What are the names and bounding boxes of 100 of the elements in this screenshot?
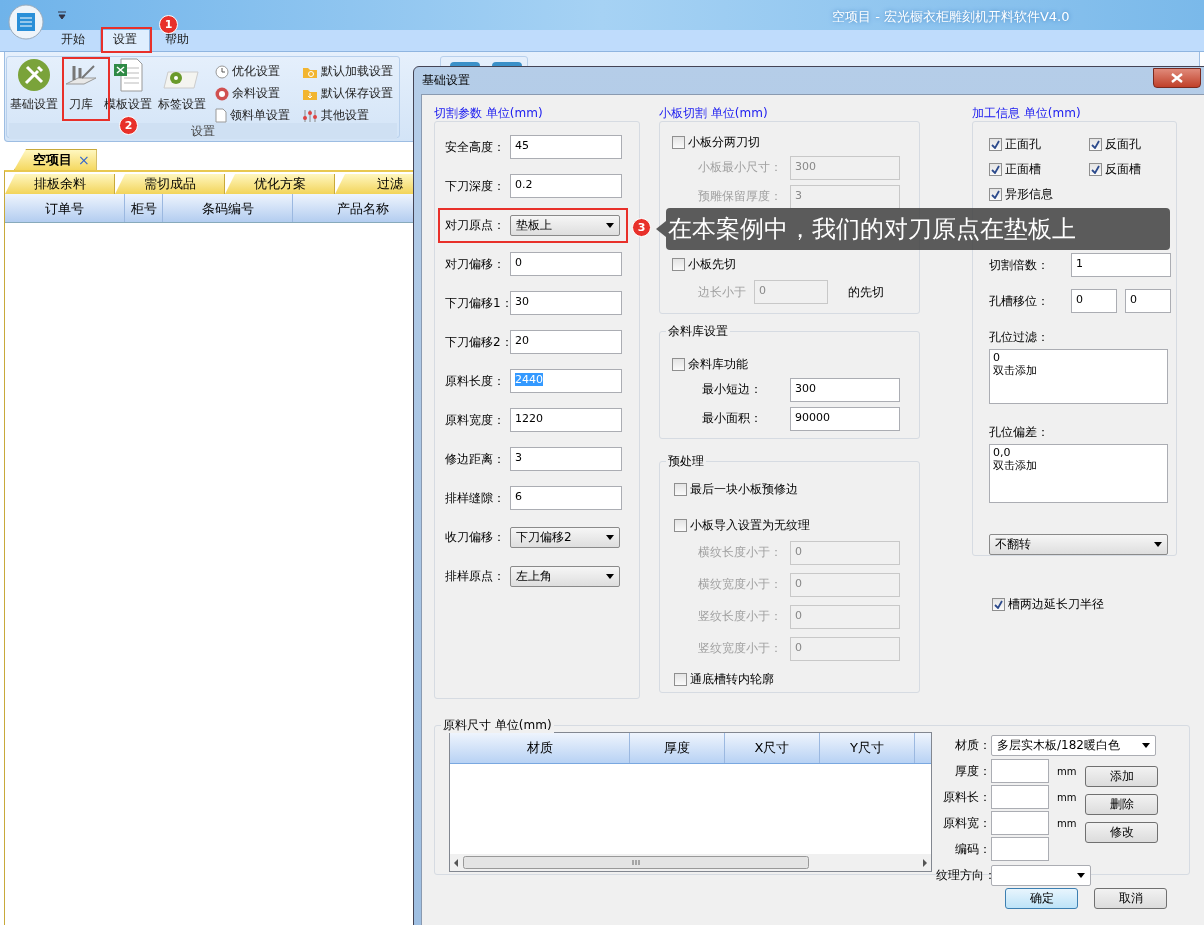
field-label: 材质： [954,736,991,754]
checkbox[interactable] [674,483,687,496]
input-field[interactable]: 3 [510,447,622,471]
input-field[interactable]: 0 [1125,289,1171,313]
action-button[interactable]: 修改 [1085,821,1158,843]
dropdown[interactable]: 下刀偏移2 [510,526,620,548]
input-field[interactable]: 0 [510,252,622,276]
input-field[interactable] [991,759,1049,783]
ribbon-button[interactable]: 余料设置 [215,85,290,102]
spreadsheet-icon [113,58,143,92]
checkbox-label: 通底槽转内轮廓 [690,671,774,688]
unit-label: mm [1056,765,1078,777]
section-title: 小板切割 单位(mm) [659,105,769,121]
section-title: 余料库设置 [666,323,730,339]
field-label: 修边距离： [445,450,506,468]
dialog-title: 基础设置 [421,72,470,89]
dropdown[interactable] [991,864,1091,886]
input-field[interactable]: 300 [790,377,900,402]
column-header: 订单号 [5,194,125,222]
caret-icon [1142,742,1150,748]
check-icon [1091,140,1100,149]
input-field[interactable]: 30 [510,291,622,315]
field-label: 排样缝隙： [445,489,506,507]
field-label: 预雕保留厚度： [698,188,783,205]
input-field[interactable]: 90000 [790,406,900,431]
sub-tab[interactable]: 优化方案 [225,174,335,194]
field-label: 原料长度： [445,372,506,390]
field-label: 孔槽移位： [989,292,1050,310]
field-label: 纹理方向： [936,866,991,884]
field-label: 编码： [954,840,991,858]
field-label: 的先切 [848,283,884,301]
input-field[interactable]: 6 [510,486,622,510]
field-label: 下刀偏移1： [445,294,510,312]
ribbon-button[interactable]: 基础设置 [9,59,59,115]
field-label: 下刀深度： [445,177,506,195]
field-label: 竖纹宽度小于： [698,640,783,657]
sub-tab[interactable]: 需切成品 [115,174,225,194]
input-field[interactable]: 1 [1071,253,1171,277]
input-field[interactable]: 0.2 [510,174,622,198]
input-field[interactable]: 20 [510,330,622,354]
checkbox[interactable] [992,598,1005,611]
input-field[interactable] [991,811,1049,835]
unit-label: mm [1056,791,1078,803]
dialog-button[interactable]: 取消 [1094,888,1167,909]
document-tab[interactable]: 空项目 × [14,149,97,170]
ribbon-button[interactable]: 标签设置 [157,59,207,115]
checkbox[interactable] [672,358,685,371]
input-field[interactable]: 45 [510,135,622,159]
sub-tab[interactable]: 排板余料 [5,174,115,194]
input-field[interactable] [991,837,1049,861]
text-area[interactable]: 0 双击添加 [989,349,1168,404]
checkbox[interactable] [1089,163,1102,176]
dropdown[interactable]: 不翻转 [989,534,1168,555]
checkbox[interactable] [674,519,687,532]
field-label: 原料长： [942,788,991,806]
horizontal-scrollbar[interactable] [450,854,931,871]
checkbox[interactable] [1089,138,1102,151]
checkbox[interactable] [674,673,687,686]
tooltip: 在本案例中，我们的对刀原点在垫板上 [666,208,1170,250]
input-field[interactable] [991,785,1049,809]
check-icon [994,600,1003,609]
scroll-thumb-icon[interactable] [463,856,809,869]
ribbon-button[interactable]: 默认保存设置 [302,85,393,102]
checkbox[interactable] [672,258,685,271]
field-label: 对刀原点： [445,216,506,234]
input-field[interactable]: 0 [1071,289,1117,313]
left-arrow-icon[interactable] [453,858,459,867]
close-icon [1171,72,1183,83]
text-area[interactable]: 0,0 双击添加 [989,443,1168,504]
checkbox-label: 最后一块小板预修边 [690,481,798,498]
checkbox-label: 余料库功能 [688,356,748,373]
checkbox[interactable] [989,138,1002,151]
unit-label: mm [1056,817,1078,829]
action-button[interactable]: 添加 [1085,765,1158,787]
ribbon-button[interactable]: 优化设置 [215,63,290,80]
ribbon-button[interactable]: 默认加载设置 [302,63,393,80]
right-arrow-icon[interactable] [922,858,928,867]
input-field[interactable]: 1220 [510,408,622,432]
close-icon[interactable]: × [78,152,90,168]
checkbox[interactable] [989,163,1002,176]
close-button[interactable] [1153,67,1201,88]
section-title: 预处理 [666,453,706,469]
column-header: 柜号 [125,194,163,222]
ribbon-tab[interactable]: 开始 [48,28,98,51]
ribbon-button[interactable]: 其他设置 [302,107,393,124]
ribbon-button[interactable]: 领料单设置 [215,107,290,124]
dropdown[interactable]: 垫板上 [510,214,620,236]
dropdown[interactable]: 多层实木板/182暖白色 [991,734,1156,756]
field-label: 排样原点： [445,567,506,585]
dialog-button[interactable]: 确定 [1005,888,1078,909]
dropdown[interactable]: 左上角 [510,565,620,587]
checkbox[interactable] [989,188,1002,201]
check-icon [991,165,1000,174]
checkbox-label: 反面槽 [1105,161,1141,178]
action-button[interactable]: 删除 [1085,793,1158,815]
window-title: 空项目 - 宏光橱衣柜雕刻机开料软件V4.0 [832,8,1070,26]
ribbon-button[interactable]: 刀库 [63,59,99,115]
checkbox[interactable] [672,136,685,149]
section-title: 切割参数 单位(mm) [434,105,544,121]
dropdown-arrow-icon[interactable] [58,11,66,19]
